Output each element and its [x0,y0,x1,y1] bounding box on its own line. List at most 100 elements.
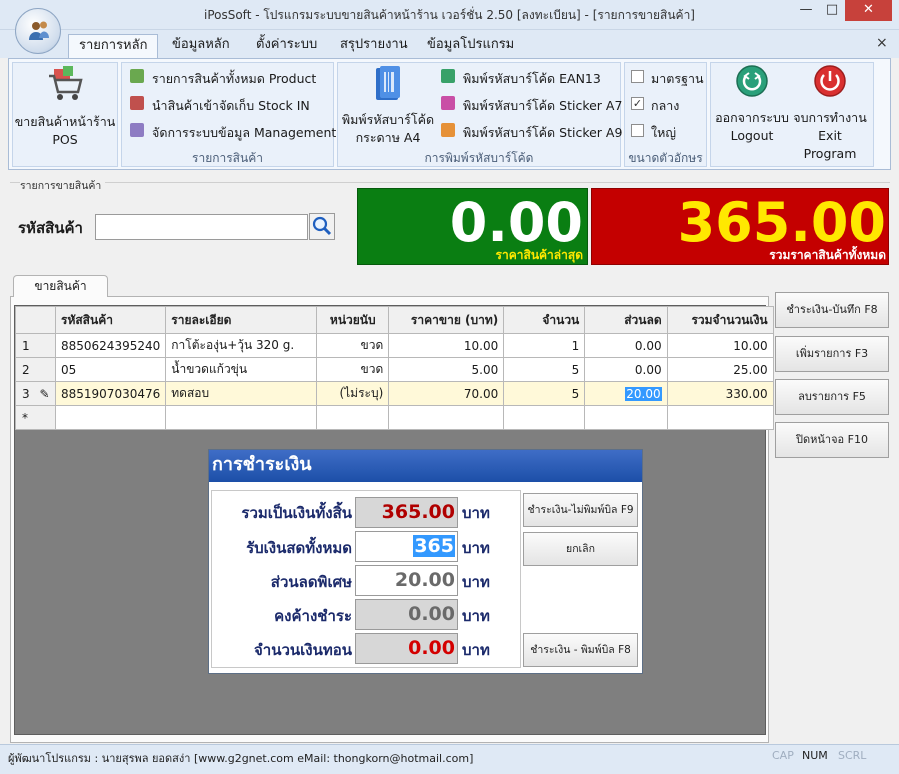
app-menu-button[interactable] [15,8,61,54]
edit-pencil-icon: ✎ [39,386,50,401]
cell-discount-editing[interactable]: 20.00 [584,381,668,406]
font-size-medium-checkbox[interactable]: ✓ [631,97,644,110]
grid-corner [15,306,56,334]
cell-price[interactable]: 70.00 [388,381,505,406]
outstanding-unit: บาท [462,607,490,625]
cell-empty[interactable] [165,405,318,430]
cell-description[interactable]: กาโต้ะองุ่น+วุ้น 320 g. [165,333,318,358]
sticker-icon [441,96,455,110]
exit-button[interactable]: จบการทำงาน Exit Program [790,64,870,163]
close-button[interactable]: ✕ [845,0,892,21]
cash-received-input[interactable]: 365 [355,531,458,562]
product-group-label: รายการสินค้า [192,151,263,165]
last-price-panel: 0.00 ราคาสินค้าล่าสุด [357,188,588,265]
cell-total[interactable]: 25.00 [666,357,774,382]
cell-empty[interactable] [584,405,668,430]
tab-master-data[interactable]: ข้อมูลหลัก [162,34,240,58]
logout-button[interactable]: ออกจากระบบ Logout [713,64,791,145]
cell-empty[interactable] [503,405,586,430]
cell-description[interactable]: ทดสอบ [165,381,318,406]
add-item-button[interactable]: เพิ่มรายการ F3 [775,336,889,372]
col-header-code[interactable]: รหัสสินค้า [54,306,167,334]
col-header-discount[interactable]: ส่วนลด [584,306,668,334]
delete-item-button[interactable]: ลบรายการ F5 [775,379,889,415]
cell-empty[interactable] [316,405,390,430]
last-price-value: 0.00 [449,191,583,254]
row-number[interactable]: 3 ✎ [15,381,56,406]
cell-quantity[interactable]: 1 [503,333,586,358]
minimize-button[interactable]: — [793,0,819,21]
payment-dialog-title: การชำระเงิน [209,450,642,482]
tab-program-info[interactable]: ข้อมูลโปรแกรม [417,34,524,58]
pay-no-print-button[interactable]: ชำระเงิน-ไม่พิมพ์บิล F9 [523,493,638,527]
col-header-price[interactable]: ราคาขาย (บาท) [388,306,505,334]
cell-total[interactable]: 330.00 [666,381,774,406]
row-number[interactable]: 1 [15,333,56,358]
new-row-marker[interactable]: * [15,405,56,430]
pay-save-button[interactable]: ชำระเงิน-บันทึก F8 [775,292,889,328]
cell-description[interactable]: น้ำขวดแก้วขุ่น [165,357,318,382]
col-header-quantity[interactable]: จำนวน [503,306,586,334]
scroll-indicator: SCRL [838,749,867,762]
cell-price[interactable]: 5.00 [388,357,505,382]
cash-received-unit: บาท [462,539,490,557]
table-row[interactable]: 2 05 น้ำขวดแก้วขุ่น ขวด 5.00 5 0.00 25.0… [15,357,774,382]
discount-edit-value[interactable]: 20.00 [625,386,662,401]
row-number[interactable]: 2 [15,357,56,382]
barcode-a4-button[interactable]: พิมพ์รหัสบาร์โค้ด กระดาษ A4 [340,64,436,147]
tab-settings[interactable]: ตั้งค่าระบบ [246,34,327,58]
exit-line1: จบการทำงาน [793,110,867,125]
search-button[interactable] [309,213,335,240]
pay-print-button[interactable]: ชำระเงิน - พิมพ์บิล F8 [523,633,638,667]
cancel-button[interactable]: ยกเลิก [523,532,638,566]
cell-unit[interactable]: (ไม่ระบุ) [316,381,390,406]
management-icon [130,123,144,137]
barcode-a7-label: พิมพ์รหัสบาร์โค้ด Sticker A7 [463,98,623,113]
cell-discount[interactable]: 0.00 [584,357,668,382]
cell-code[interactable]: 05 [54,357,167,382]
cell-empty[interactable] [54,405,167,430]
cell-empty[interactable] [666,405,774,430]
cell-price[interactable]: 10.00 [388,333,505,358]
barcode-a4-line2: กระดาษ A4 [355,130,421,145]
col-header-unit[interactable]: หน่วยนับ [316,306,390,334]
cash-received-value[interactable]: 365 [413,535,455,557]
product-list-label: รายการสินค้าทั้งหมด Product [152,71,317,86]
maximize-button[interactable]: □ [819,0,845,21]
col-header-total[interactable]: รวมจำนวนเงิน [666,306,774,334]
tab-reports[interactable]: สรุปรายงาน [330,34,418,58]
management-label: จัดการระบบข้อมูล Management [152,125,337,140]
num-indicator: NUM [802,749,828,762]
new-row[interactable]: * [15,405,774,430]
table-row[interactable]: 1 8850624395240 กาโต้ะองุ่น+วุ้น 320 g. … [15,333,774,358]
product-code-input[interactable] [95,214,308,240]
cell-total[interactable]: 10.00 [666,333,774,358]
cell-empty[interactable] [388,405,505,430]
cell-discount[interactable]: 0.00 [584,333,668,358]
cell-unit[interactable]: ขวด [316,357,390,382]
pos-button[interactable]: ขายสินค้าหน้าร้าน POS [14,64,116,149]
ribbon-close-icon[interactable]: × [876,35,888,51]
col-header-description[interactable]: รายละเอียด [165,306,318,334]
tab-sale[interactable]: ขายสินค้า [13,275,108,297]
barcode-a4-line1: พิมพ์รหัสบาร์โค้ด [341,112,435,127]
cell-unit[interactable]: ขวด [316,333,390,358]
cell-quantity[interactable]: 5 [503,381,586,406]
row-number-text: 3 [22,386,30,401]
cell-quantity[interactable]: 5 [503,357,586,382]
developer-info: ผู้พัฒนาโปรแกรม : นายสุรพล ยอดสง่า [www.… [8,752,474,765]
font-group-label: ขนาดตัวอักษร [628,151,703,165]
window-title: iPosSoft - โปรแกรมระบบขายสินค้าหน้าร้าน … [203,8,695,22]
cell-code[interactable]: 8851907030476 [54,381,167,406]
sales-grid[interactable]: รหัสสินค้า รายละเอียด หน่วยนับ ราคาขาย (… [15,306,774,430]
font-size-standard-checkbox[interactable] [631,70,644,83]
cell-code[interactable]: 8850624395240 [54,333,167,358]
stock-icon [130,96,144,110]
shopping-cart-icon [49,66,83,100]
close-screen-button[interactable]: ปิดหน้าจอ F10 [775,422,889,458]
special-discount-input[interactable]: 20.00 [355,565,458,596]
table-row-selected[interactable]: 3 ✎ 8851907030476 ทดสอบ (ไม่ระบุ) 70.00 … [15,381,774,406]
tab-main-list[interactable]: รายการหลัก [68,34,159,58]
font-size-large-checkbox[interactable] [631,124,644,137]
special-discount-label: ส่วนลดพิเศษ [270,573,352,591]
